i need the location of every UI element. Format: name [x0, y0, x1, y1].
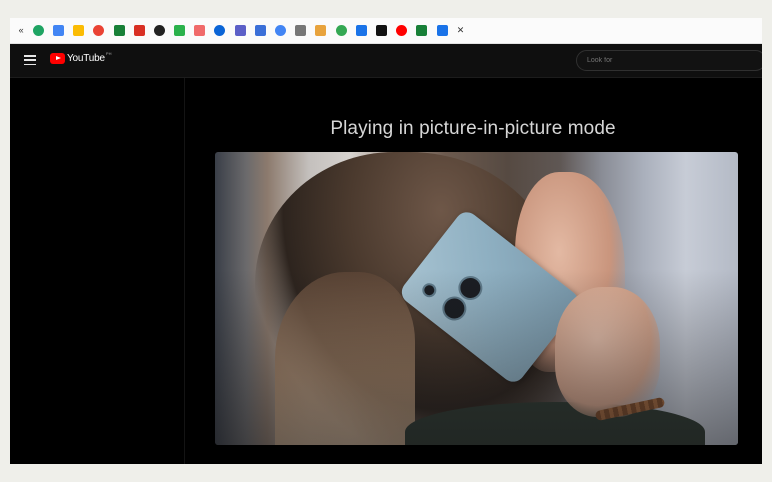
teams-icon[interactable]: [234, 25, 246, 36]
close-icon[interactable]: ✕: [457, 26, 465, 35]
youtube-icon[interactable]: [396, 25, 408, 36]
drive-icon[interactable]: [32, 25, 44, 36]
github-icon[interactable]: [153, 25, 165, 36]
link-icon[interactable]: [315, 25, 327, 36]
youtube-play-icon: [50, 53, 65, 64]
pip-message: Playing in picture-in-picture mode: [330, 118, 616, 139]
search-icon[interactable]: [355, 25, 367, 36]
tiktok-icon[interactable]: [375, 25, 387, 36]
sidebar: [10, 78, 185, 464]
keep-icon[interactable]: [73, 25, 85, 36]
video-thumbnail[interactable]: [215, 152, 738, 445]
asana-icon[interactable]: [194, 25, 206, 36]
grid-icon[interactable]: [416, 25, 428, 36]
dots-icon[interactable]: [436, 25, 448, 36]
globe-icon[interactable]: [295, 25, 307, 36]
bookmarks-bar: «✕: [10, 18, 762, 44]
youtube-app: YouTube PH Playing in picture-in-picture…: [10, 44, 762, 464]
menu-icon[interactable]: [24, 55, 36, 65]
youtube-logo[interactable]: YouTube PH: [50, 51, 112, 64]
photos-icon[interactable]: [93, 25, 105, 36]
search-input[interactable]: [576, 50, 762, 71]
feedly-icon[interactable]: [174, 25, 186, 36]
chrome-icon[interactable]: [275, 25, 287, 36]
calendar-icon[interactable]: [52, 25, 64, 36]
settings-cog-icon[interactable]: [254, 25, 266, 36]
outlook-icon[interactable]: [214, 25, 226, 36]
record-icon[interactable]: [133, 25, 145, 36]
trend-icon[interactable]: [335, 25, 347, 36]
logo-text: YouTube: [67, 53, 105, 64]
video-shade: [215, 152, 738, 445]
logo-country-code: PH: [105, 51, 112, 56]
sheets-icon[interactable]: [113, 25, 125, 36]
bookmark-text-icon[interactable]: «: [19, 26, 24, 35]
masthead: YouTube PH: [10, 44, 762, 78]
